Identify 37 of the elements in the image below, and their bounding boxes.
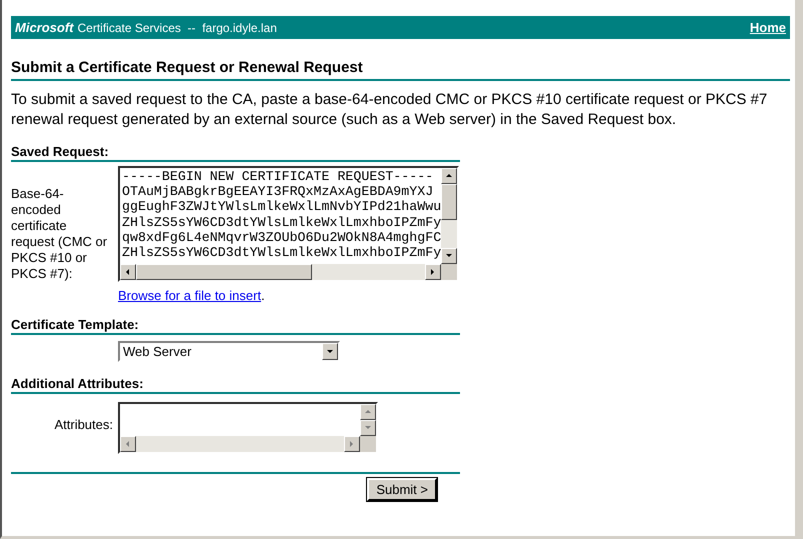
submit-button[interactable]: Submit > — [367, 478, 437, 501]
down-arrow-icon — [326, 348, 334, 356]
up-arrow-icon — [445, 172, 453, 180]
scroll-right-button[interactable] — [425, 264, 441, 280]
period-text: . — [261, 288, 265, 303]
scroll-up-button[interactable] — [360, 404, 376, 420]
scrollbar-corner — [441, 264, 457, 280]
attributes-text-area[interactable] — [118, 402, 378, 454]
field-label: Base-64-encoded certificate request (CMC or PKCS #10 or PKCS #7): — [11, 185, 108, 283]
request-text-area[interactable]: -----BEGIN NEW CERTIFICATE REQUEST----- OTAuMjBABgkrBgEEAYI3FRQxMzAxAgEBDA9mYXJ ggEughF3ZWJtYWlsLmlkeWxlLmNvbYIPd21haWwu ZHlsZS5sYW6CD3dtYWlsLmlkeWxlLmxhboIPZmFy qw8xdFg6L4eNMqvrW3ZOUbO6Du2WOkN8A4mghgFC ZHlsZS5sYW6CD3dtYWlsLmlkeWxlLmxhboIPZmFy — [118, 166, 459, 282]
section-heading: Saved Request: — [11, 144, 460, 162]
field-label: Attributes: — [54, 417, 113, 432]
home-link[interactable]: Home — [750, 20, 786, 35]
scroll-down-button[interactable] — [360, 420, 376, 436]
section-heading: Certificate Template: — [11, 317, 460, 335]
right-arrow-icon — [348, 440, 356, 448]
scroll-up-button[interactable] — [441, 168, 457, 184]
page-title: Submit a Certificate Request or Renewal Request — [11, 59, 790, 81]
template-dropdown[interactable]: Web Server — [118, 341, 340, 362]
browse-link[interactable]: Browse for a file to insert — [118, 288, 262, 303]
down-arrow-icon — [364, 424, 372, 432]
scroll-right-button[interactable] — [344, 436, 360, 452]
scrollbar-thumb[interactable] — [136, 264, 312, 280]
intro-text: To submit a saved request to the CA, paste a base-64-encoded CMC or PKCS #10 certificate request or PKCS #7 renewal request generated by an external source (such as a Web server) in the Saved Request box. — [11, 90, 768, 130]
scroll-left-button[interactable] — [120, 264, 136, 280]
brand-name: Microsoft — [15, 20, 74, 35]
header-title: Certificate Services -- fargo.idyle.lan — [78, 21, 277, 35]
scrollbar-corner — [360, 436, 376, 452]
left-arrow-icon — [124, 268, 132, 276]
down-arrow-icon — [445, 252, 453, 260]
scroll-down-button[interactable] — [441, 248, 457, 264]
section-heading: Additional Attributes: — [11, 376, 460, 394]
left-arrow-icon — [124, 440, 132, 448]
scroll-left-button[interactable] — [120, 436, 136, 452]
scrollbar-thumb[interactable] — [441, 184, 457, 220]
right-arrow-icon — [429, 268, 437, 276]
up-arrow-icon — [364, 408, 372, 416]
